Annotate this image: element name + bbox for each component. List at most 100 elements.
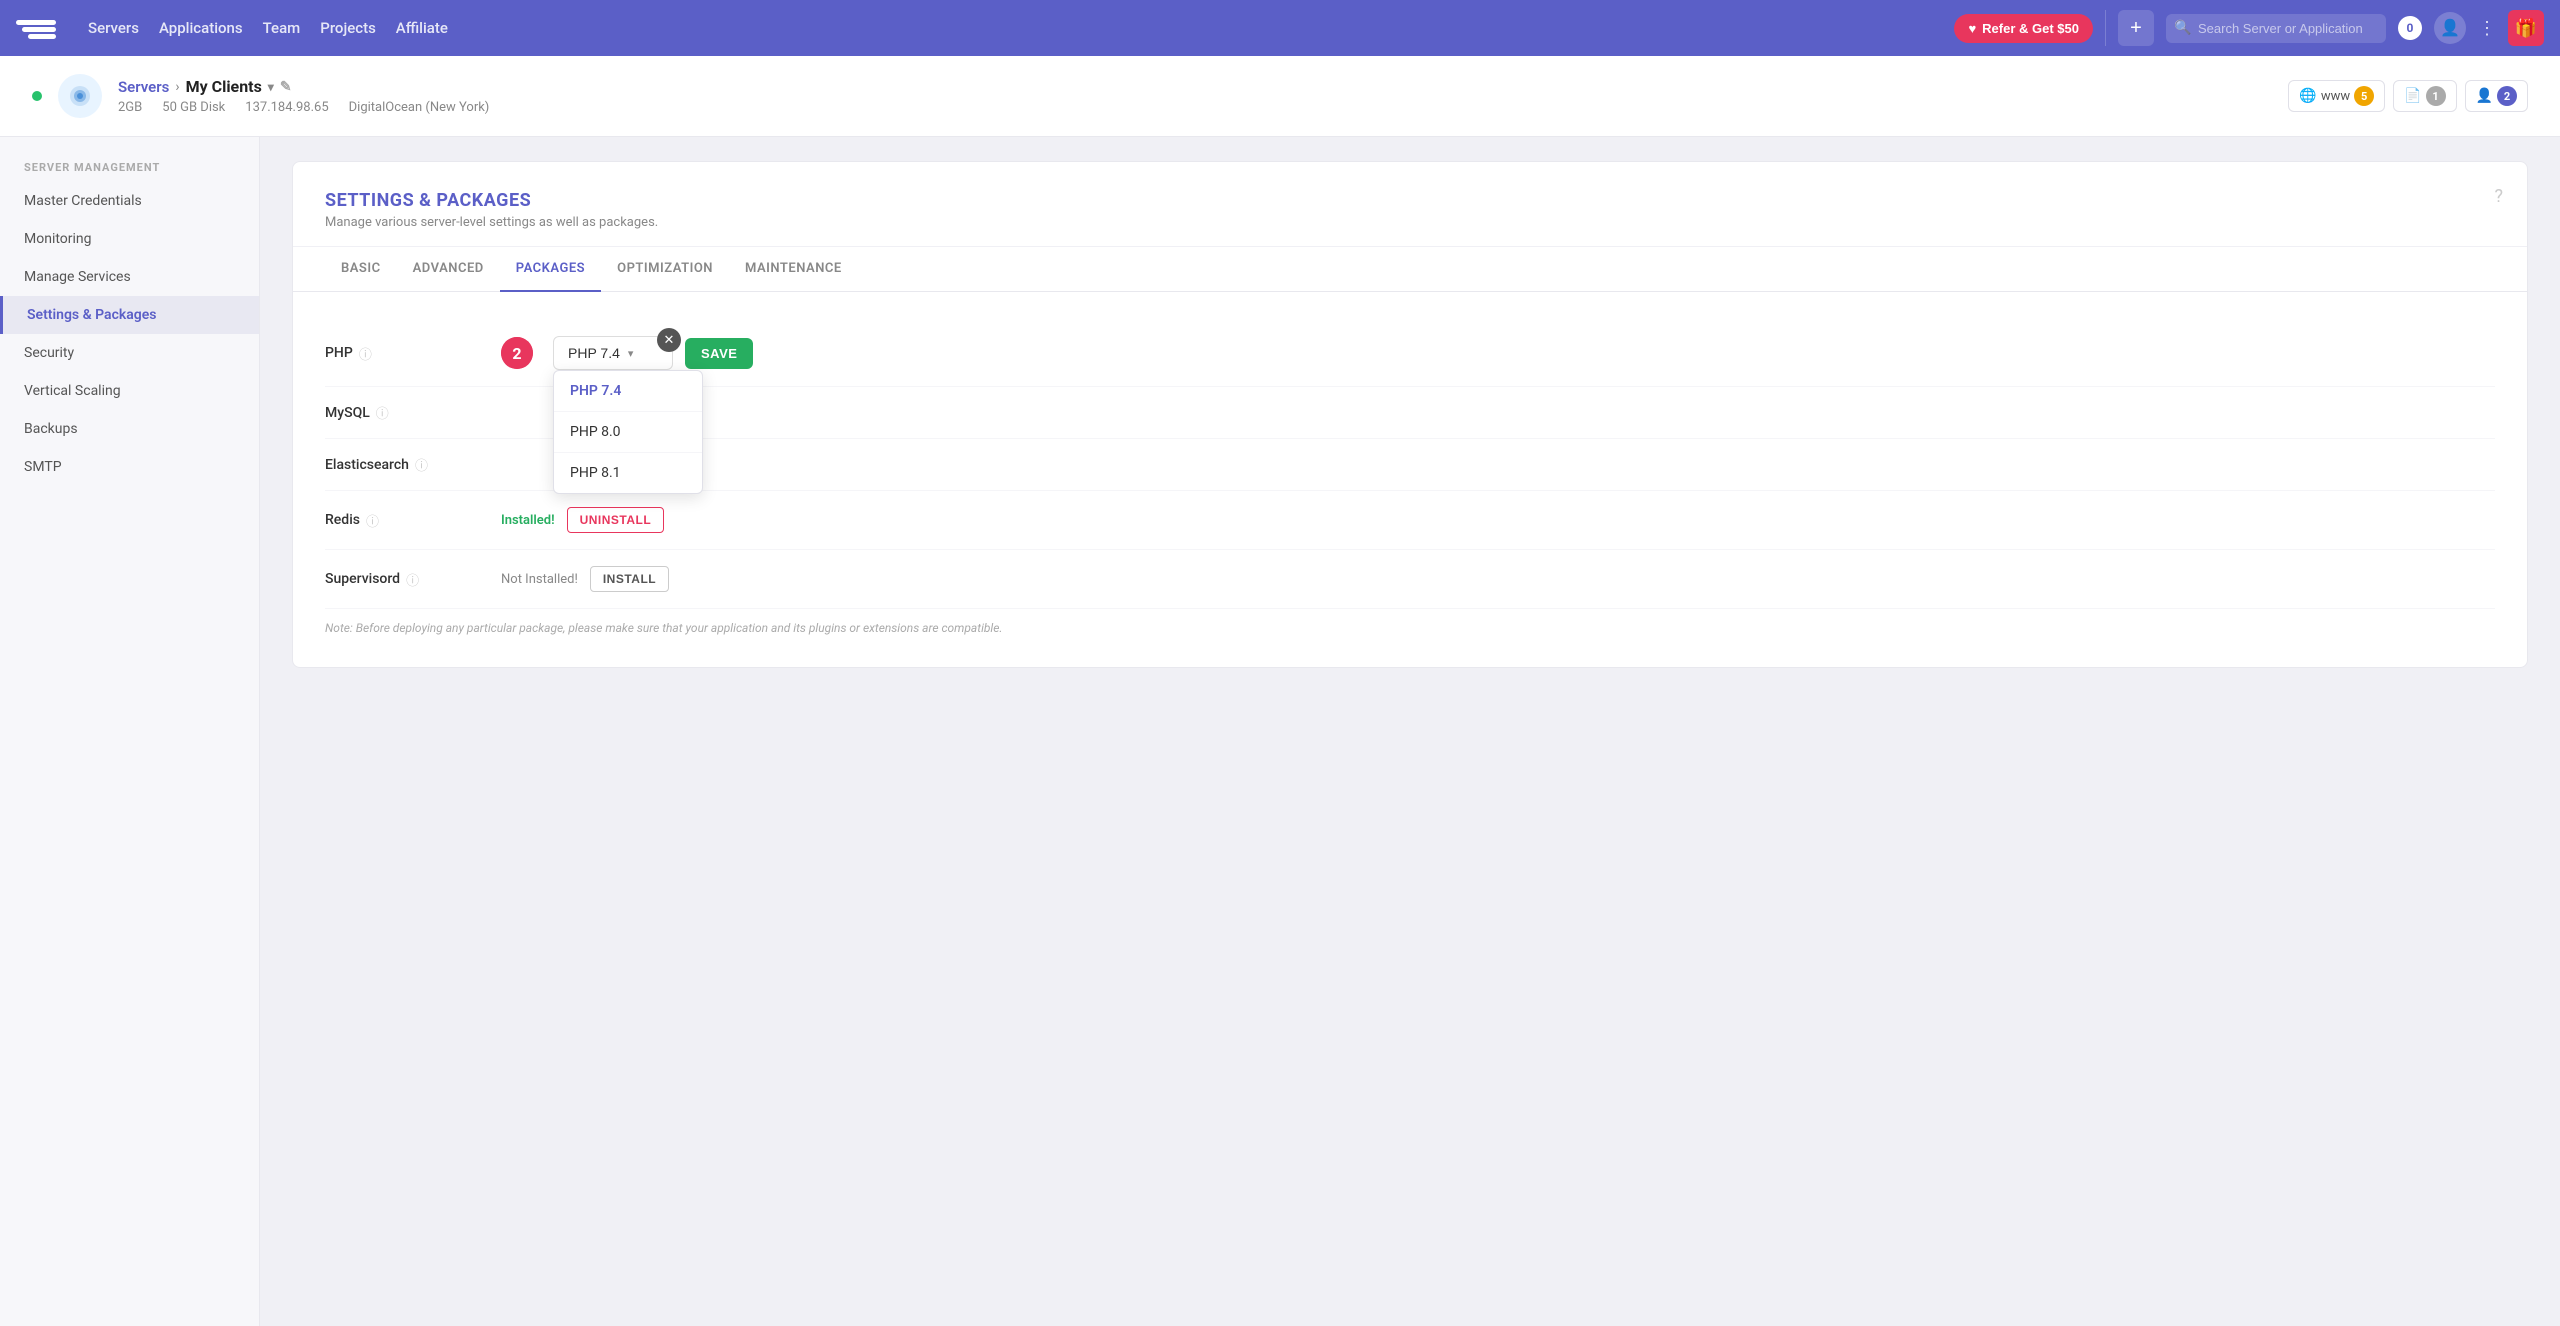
tab-advanced[interactable]: ADVANCED: [397, 247, 500, 292]
edit-server-name-icon[interactable]: ✎: [280, 79, 292, 95]
main-layout: Server Management Master Credentials Mon…: [0, 137, 2560, 1326]
tab-packages[interactable]: PACKAGES: [500, 247, 601, 292]
sidebar-item-monitoring[interactable]: Monitoring: [0, 220, 259, 258]
sidebar-item-manage-services[interactable]: Manage Services: [0, 258, 259, 296]
www-icon: 🌐: [2299, 88, 2316, 104]
search-wrapper: 🔍: [2166, 14, 2386, 43]
mysql-label: MySQL ⓘ: [325, 403, 485, 422]
refer-button[interactable]: ♥ Refer & Get $50: [1954, 14, 2093, 43]
users-stat-badge[interactable]: 👤 2: [2465, 80, 2528, 112]
nav-applications[interactable]: Applications: [159, 19, 243, 37]
help-icon[interactable]: ?: [2494, 186, 2503, 207]
settings-card: SETTINGS & PACKAGES Manage various serve…: [292, 161, 2528, 668]
search-input[interactable]: [2166, 14, 2386, 43]
tab-bar: BASIC ADVANCED PACKAGES OPTIMIZATION MAI…: [293, 247, 2527, 292]
supervisord-package-row: Supervisord ⓘ Not Installed! INSTALL: [325, 550, 2495, 609]
www-label: www: [2321, 89, 2350, 104]
mysql-info-icon[interactable]: ⓘ: [376, 403, 389, 422]
nav-projects[interactable]: Projects: [320, 19, 376, 37]
www-stat-badge[interactable]: 🌐 www 5: [2288, 80, 2385, 112]
nav-right: ♥ Refer & Get $50 + 🔍 0 👤 ⋮ 🎁: [1954, 10, 2544, 46]
server-provider: DigitalOcean (New York): [349, 100, 490, 115]
server-name-chevron[interactable]: ▾: [268, 80, 274, 94]
server-name: My Clients ▾ ✎: [186, 77, 292, 96]
php-option-74[interactable]: PHP 7.4: [554, 371, 702, 412]
server-ram: 2GB: [118, 100, 142, 115]
add-button[interactable]: +: [2118, 10, 2154, 46]
users-count: 2: [2497, 86, 2517, 106]
sidebar-item-smtp[interactable]: SMTP: [0, 448, 259, 486]
tab-optimization[interactable]: OPTIMIZATION: [601, 247, 729, 292]
nav-team[interactable]: Team: [263, 19, 301, 37]
step-badge-2: 2: [501, 337, 533, 369]
elasticsearch-info-icon[interactable]: ⓘ: [415, 455, 428, 474]
user-avatar[interactable]: 👤: [2434, 12, 2466, 44]
server-header: Servers › My Clients ▾ ✎ 2GB 50 GB Disk …: [0, 56, 2560, 137]
php-info-icon[interactable]: ⓘ: [359, 344, 372, 363]
php-save-button[interactable]: SAVE: [685, 338, 753, 369]
redis-package-row: Redis ⓘ Installed! UNINSTALL: [325, 491, 2495, 550]
sidebar-item-vertical-scaling[interactable]: Vertical Scaling: [0, 372, 259, 410]
supervisord-info-icon[interactable]: ⓘ: [406, 570, 419, 589]
php-option-81[interactable]: PHP 8.1: [554, 453, 702, 493]
server-header-right: 🌐 www 5 📄 1 👤 2: [2288, 80, 2528, 112]
breadcrumb-servers[interactable]: Servers: [118, 78, 169, 96]
redis-uninstall-button[interactable]: UNINSTALL: [567, 507, 665, 533]
heart-icon: ♥: [1968, 21, 1976, 36]
breadcrumb-sep: ›: [175, 79, 179, 95]
php-option-80[interactable]: PHP 8.0: [554, 412, 702, 453]
server-ip: 137.184.98.65: [245, 100, 328, 115]
php-controls: 1 ✕ PHP 7.4 ▾ PHP 7.4 PHP 8.0 PHP 8: [501, 336, 753, 370]
gift-button[interactable]: 🎁: [2508, 10, 2544, 46]
files-stat-badge[interactable]: 📄 1: [2393, 80, 2456, 112]
php-dropdown-menu: PHP 7.4 PHP 8.0 PHP 8.1: [553, 370, 703, 494]
top-navigation: Servers Applications Team Projects Affil…: [0, 0, 2560, 56]
nav-servers[interactable]: Servers: [88, 19, 139, 37]
tab-maintenance[interactable]: MAINTENANCE: [729, 247, 858, 292]
nav-affiliate[interactable]: Affiliate: [396, 19, 448, 37]
redis-status: Installed!: [501, 513, 555, 528]
more-options-button[interactable]: ⋮: [2478, 18, 2496, 39]
redis-controls: Installed! UNINSTALL: [501, 507, 664, 533]
supervisord-install-button[interactable]: INSTALL: [590, 566, 669, 592]
content-area: SETTINGS & PACKAGES Manage various serve…: [260, 137, 2560, 1326]
php-label: PHP ⓘ: [325, 344, 485, 363]
server-disk: 50 GB Disk: [162, 100, 225, 115]
www-count: 5: [2354, 86, 2374, 106]
server-specs: 2GB 50 GB Disk 137.184.98.65 DigitalOcea…: [118, 100, 489, 115]
redis-label: Redis ⓘ: [325, 511, 485, 530]
sidebar-item-security[interactable]: Security: [0, 334, 259, 372]
sidebar-item-settings-packages[interactable]: Settings & Packages: [0, 296, 259, 334]
sidebar-item-master-credentials[interactable]: Master Credentials: [0, 182, 259, 220]
php-dropdown-wrapper: ✕ PHP 7.4 ▾ PHP 7.4 PHP 8.0 PHP 8.1: [553, 336, 673, 370]
files-count: 1: [2426, 86, 2446, 106]
sidebar: Server Management Master Credentials Mon…: [0, 137, 260, 1326]
chevron-down-icon: ▾: [628, 347, 634, 360]
php-version-dropdown[interactable]: PHP 7.4 ▾: [553, 336, 673, 370]
settings-card-header: SETTINGS & PACKAGES Manage various serve…: [293, 162, 2527, 247]
server-status-dot: [32, 91, 42, 101]
users-icon: 👤: [2476, 88, 2493, 104]
sidebar-section-label: Server Management: [0, 161, 259, 174]
tab-basic[interactable]: BASIC: [325, 247, 397, 292]
redis-info-icon[interactable]: ⓘ: [366, 511, 379, 530]
server-icon: [58, 74, 102, 118]
supervisord-status: Not Installed!: [501, 572, 578, 587]
packages-body: PHP ⓘ 1 ✕ PHP 7.4 ▾: [293, 292, 2527, 667]
sidebar-item-backups[interactable]: Backups: [0, 410, 259, 448]
logo[interactable]: [16, 14, 56, 42]
notification-badge[interactable]: 0: [2398, 16, 2422, 40]
php-package-row: PHP ⓘ 1 ✕ PHP 7.4 ▾: [325, 320, 2495, 387]
settings-title: SETTINGS & PACKAGES: [325, 190, 2495, 211]
files-icon: 📄: [2404, 88, 2421, 104]
divider: [2105, 10, 2106, 46]
supervisord-label: Supervisord ⓘ: [325, 570, 485, 589]
settings-subtitle: Manage various server-level settings as …: [325, 215, 2495, 230]
server-info: Servers › My Clients ▾ ✎ 2GB 50 GB Disk …: [118, 77, 489, 115]
elasticsearch-label: Elasticsearch ⓘ: [325, 455, 485, 474]
nav-links: Servers Applications Team Projects Affil…: [88, 19, 1930, 37]
supervisord-controls: Not Installed! INSTALL: [501, 566, 669, 592]
close-dropdown-icon[interactable]: ✕: [657, 328, 681, 352]
breadcrumb: Servers › My Clients ▾ ✎: [118, 77, 489, 96]
packages-note: Note: Before deploying any particular pa…: [325, 609, 2495, 639]
